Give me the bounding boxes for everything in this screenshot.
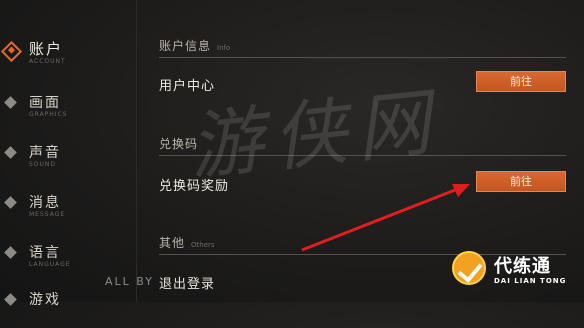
brand-badge: 代练通 DAI LIAN TONG: [448, 247, 576, 293]
brand-name: 代练通: [494, 256, 551, 277]
brand-logo-icon: [452, 251, 486, 285]
brand-en: DAI LIAN TONG: [494, 277, 567, 285]
